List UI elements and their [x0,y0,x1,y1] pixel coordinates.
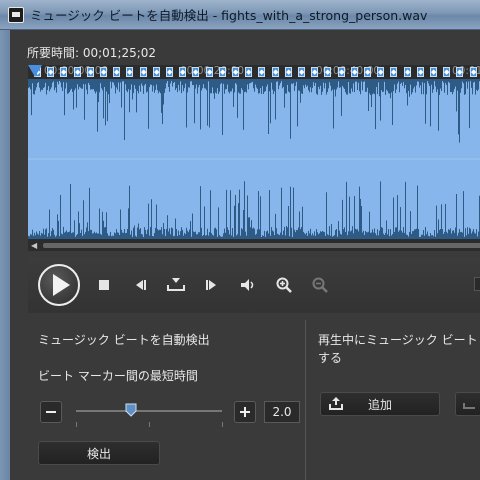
beat-marker[interactable]: ◆ [272,67,279,77]
zoom-in-icon [276,277,292,293]
decrease-button[interactable] [40,401,62,423]
waveform [28,79,480,239]
beat-marker[interactable]: ◆ [417,67,424,77]
timeline-ruler[interactable]: 00:00:00:00 00:00:20:00 00:00:40:00 00:0… [28,65,480,79]
scroll-left-icon[interactable]: ◀ [31,241,37,250]
slider-tick [222,422,223,427]
auto-detect-heading: ミュージック ビートを自動検出 [38,333,210,347]
slider-tick [149,422,150,427]
next-beat-icon [206,280,216,290]
min-time-slider-thumb[interactable] [125,403,137,417]
beat-marker[interactable]: ◆ [74,67,81,77]
beat-marker[interactable]: ◆ [166,67,173,77]
duration-label: 所要時間: 00;01;25;02 [27,46,157,60]
volume-button[interactable] [236,273,260,297]
zoom-out-button[interactable] [308,273,332,297]
title-bar: ミュージック ビートを自動検出 - fights_with_a_strong_p… [0,0,480,30]
beat-marker[interactable]: ◆ [100,67,107,77]
beat-marker[interactable]: ◆ [232,67,239,77]
beat-marker[interactable]: ◆ [140,67,147,77]
min-time-label: ビート マーカー間の最短時間 [38,369,198,383]
app-icon[interactable] [8,6,24,23]
playhead-marker[interactable] [28,65,42,77]
beat-marker[interactable]: ◆ [153,67,160,77]
stop-icon [99,280,109,290]
zoom-in-button[interactable] [272,273,296,297]
previous-beat-icon [136,280,146,290]
beat-marker[interactable]: ◆ [47,67,54,77]
add-marker-icon [329,397,343,410]
beat-marker[interactable]: ◆ [179,67,186,77]
beat-marker[interactable]: ◆ [245,67,252,77]
beat-marker[interactable]: ◆ [390,67,397,77]
beat-marker[interactable]: ◆ [470,67,477,77]
add-marker-button[interactable] [164,273,188,297]
beat-marker[interactable]: ◆ [338,67,345,77]
beat-marker[interactable]: ◆ [430,67,437,77]
beat-marker[interactable]: ◆ [443,67,450,77]
remove-marker-icon [463,403,475,409]
beat-marker[interactable]: ◆ [364,67,371,77]
slider-tick [76,422,77,427]
beat-marker[interactable]: ◆ [113,67,120,77]
remove-button[interactable] [455,392,480,416]
dialog-content: 所要時間: 00;01;25;02 00:00:00:00 00:00:20:0… [10,30,480,480]
add-button-label: 追加 [367,397,392,412]
realtime-mark-label-cont: する [318,351,343,365]
beat-marker[interactable]: ◆ [377,67,384,77]
horizontal-scrollbar[interactable]: ◀ [28,239,480,251]
transport-bar [28,257,480,313]
beat-marker[interactable]: ◆ [324,67,331,77]
detect-button[interactable]: 検出 [38,441,160,465]
beat-marker[interactable]: ◆ [311,67,318,77]
add-button[interactable]: 追加 [320,392,440,416]
beat-marker[interactable]: ◆ [219,67,226,77]
play-icon [53,274,70,296]
realtime-mark-label: 再生中にミュージック ビート [318,333,478,347]
beat-marker[interactable]: ◆ [87,67,94,77]
window-frame [0,30,10,480]
zoom-out-icon [312,277,328,293]
beat-marker[interactable]: ◆ [456,67,463,77]
add-marker-icon [167,278,185,291]
transport-extra-button[interactable] [474,277,480,291]
scrollbar-thumb[interactable] [43,243,480,248]
volume-icon [241,279,254,291]
panel-divider [305,320,306,480]
play-button[interactable] [38,264,80,306]
beat-marker[interactable]: ◆ [285,67,292,77]
min-time-value[interactable]: 2.0 [264,401,300,423]
window-title: ミュージック ビートを自動検出 - fights_with_a_strong_p… [30,8,428,23]
beat-marker[interactable]: ◆ [351,67,358,77]
beat-marker[interactable]: ◆ [258,67,265,77]
beat-marker[interactable]: ◆ [298,67,305,77]
stop-button[interactable] [92,273,116,297]
beat-marker[interactable]: ◆ [192,67,199,77]
beat-marker[interactable]: ◆ [126,67,133,77]
previous-beat-button[interactable] [128,273,152,297]
beat-marker[interactable]: ◆ [60,67,67,77]
beat-marker[interactable]: ◆ [404,67,411,77]
waveform-view[interactable] [28,79,480,239]
increase-button[interactable] [234,401,256,423]
next-beat-button[interactable] [200,273,224,297]
min-time-slider-track[interactable] [76,410,222,412]
beat-marker[interactable]: ◆ [206,67,213,77]
